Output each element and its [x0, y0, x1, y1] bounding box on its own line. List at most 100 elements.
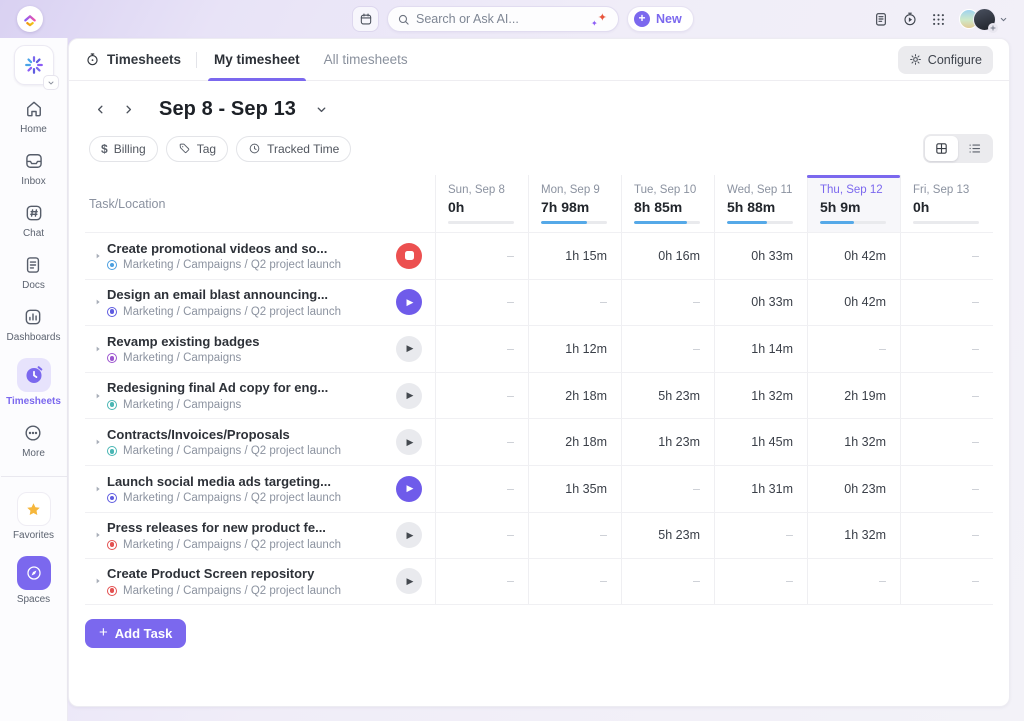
timer-button[interactable]	[396, 336, 422, 362]
time-cell[interactable]: 0h 42m	[807, 233, 900, 279]
time-cell[interactable]: 0h 33m	[714, 280, 807, 326]
sidebar-item-chat[interactable]: Chat	[23, 202, 45, 239]
date-dropdown-caret-icon[interactable]	[315, 103, 328, 116]
task-title[interactable]: Revamp existing badges	[107, 334, 388, 349]
add-task-button[interactable]: + Add Task	[85, 619, 186, 648]
time-cell[interactable]: –	[435, 373, 528, 419]
billing-filter-button[interactable]: $ Billing	[89, 136, 158, 162]
time-cell[interactable]: 1h 35m	[528, 466, 621, 512]
task-title[interactable]: Create promotional videos and so...	[107, 241, 388, 256]
time-cell[interactable]: 2h 19m	[807, 373, 900, 419]
time-cell[interactable]: 5h 23m	[621, 513, 714, 559]
date-range-title[interactable]: Sep 8 - Sep 13	[159, 98, 296, 121]
search-input[interactable]	[416, 12, 585, 26]
search-bar[interactable]: ✦✦	[387, 6, 619, 32]
time-cell[interactable]: –	[435, 233, 528, 279]
expand-chevron-icon[interactable]	[89, 577, 107, 585]
time-cell[interactable]: 2h 18m	[528, 419, 621, 465]
time-cell[interactable]: 1h 14m	[714, 326, 807, 372]
time-cell[interactable]: –	[807, 326, 900, 372]
timer-button[interactable]	[396, 522, 422, 548]
sidebar-item-more[interactable]: More	[22, 422, 45, 459]
time-cell[interactable]: –	[621, 559, 714, 604]
task-title[interactable]: Redesigning final Ad copy for eng...	[107, 380, 388, 395]
prev-week-button[interactable]	[89, 99, 111, 121]
account-menu[interactable]	[959, 8, 1008, 31]
time-cell[interactable]: –	[714, 513, 807, 559]
time-cell[interactable]: –	[435, 326, 528, 372]
task-title[interactable]: Design an email blast announcing...	[107, 287, 388, 302]
timer-button[interactable]	[396, 429, 422, 455]
time-cell[interactable]: 5h 23m	[621, 373, 714, 419]
timer-button[interactable]	[396, 568, 422, 594]
time-cell[interactable]: –	[900, 419, 993, 465]
configure-button[interactable]: Configure	[898, 46, 993, 74]
sidebar-item-favorites[interactable]: Favorites	[13, 492, 54, 541]
day-column-header[interactable]: Sun, Sep 8 0h	[435, 175, 528, 232]
day-column-header[interactable]: Wed, Sep 11 5h 88m	[714, 175, 807, 232]
time-cell[interactable]: 1h 32m	[714, 373, 807, 419]
time-cell[interactable]: –	[621, 326, 714, 372]
time-cell[interactable]: 1h 32m	[807, 513, 900, 559]
day-column-header[interactable]: Fri, Sep 13 0h	[900, 175, 993, 232]
sidebar-item-docs[interactable]: Docs	[22, 254, 45, 291]
expand-chevron-icon[interactable]	[89, 438, 107, 446]
time-cell[interactable]: –	[435, 280, 528, 326]
time-cell[interactable]: 2h 18m	[528, 373, 621, 419]
table-view-toggle[interactable]	[925, 136, 958, 161]
time-cell[interactable]: –	[900, 559, 993, 604]
next-week-button[interactable]	[117, 99, 139, 121]
expand-chevron-icon[interactable]	[89, 252, 107, 260]
sidebar-item-timesheets[interactable]: Timesheets	[6, 358, 61, 407]
time-cell[interactable]: –	[528, 280, 621, 326]
expand-chevron-icon[interactable]	[89, 298, 107, 306]
time-cell[interactable]: 1h 15m	[528, 233, 621, 279]
calendar-button[interactable]	[352, 6, 379, 32]
time-cell[interactable]: –	[435, 419, 528, 465]
time-cell[interactable]: –	[807, 559, 900, 604]
time-cell[interactable]: –	[435, 466, 528, 512]
clickup-logo-icon[interactable]	[17, 6, 43, 32]
time-cell[interactable]: –	[714, 559, 807, 604]
list-view-toggle[interactable]	[958, 136, 991, 161]
tab-all-timesheets[interactable]: All timesheets	[322, 39, 410, 81]
notepad-icon[interactable]	[873, 11, 889, 27]
timer-button[interactable]	[396, 476, 422, 502]
time-cell[interactable]: 0h 23m	[807, 466, 900, 512]
time-cell[interactable]: –	[900, 373, 993, 419]
time-cell[interactable]: –	[528, 513, 621, 559]
apps-grid-icon[interactable]	[931, 12, 946, 27]
time-cell[interactable]: 1h 12m	[528, 326, 621, 372]
tab-my-timesheet[interactable]: My timesheet	[212, 39, 302, 81]
task-title[interactable]: Launch social media ads targeting...	[107, 474, 388, 489]
sidebar-item-inbox[interactable]: Inbox	[21, 150, 45, 187]
time-cell[interactable]: –	[621, 466, 714, 512]
timer-button[interactable]	[396, 289, 422, 315]
ai-sparkle-icon[interactable]: ✦✦	[591, 11, 609, 27]
time-cell[interactable]: 1h 23m	[621, 419, 714, 465]
time-cell[interactable]: 1h 45m	[714, 419, 807, 465]
workspace-avatar[interactable]	[14, 45, 54, 85]
time-cell[interactable]: 1h 31m	[714, 466, 807, 512]
sidebar-item-dashboards[interactable]: Dashboards	[7, 306, 61, 343]
task-title[interactable]: Press releases for new product fe...	[107, 520, 388, 535]
time-cell[interactable]: 1h 32m	[807, 419, 900, 465]
time-cell[interactable]: –	[900, 233, 993, 279]
timer-button[interactable]	[396, 243, 422, 269]
expand-chevron-icon[interactable]	[89, 345, 107, 353]
task-title[interactable]: Contracts/Invoices/Proposals	[107, 427, 388, 442]
time-cell[interactable]: –	[528, 559, 621, 604]
time-cell[interactable]: –	[621, 280, 714, 326]
time-cell[interactable]: 0h 33m	[714, 233, 807, 279]
time-cell[interactable]: –	[435, 513, 528, 559]
time-cell[interactable]: –	[900, 326, 993, 372]
tracked-time-filter-button[interactable]: Tracked Time	[236, 136, 351, 162]
time-cell[interactable]: –	[900, 513, 993, 559]
time-cell[interactable]: –	[900, 466, 993, 512]
new-button[interactable]: + New	[627, 6, 694, 32]
tag-filter-button[interactable]: Tag	[166, 136, 228, 162]
expand-chevron-icon[interactable]	[89, 392, 107, 400]
time-cell[interactable]: 0h 16m	[621, 233, 714, 279]
timer-button[interactable]	[396, 383, 422, 409]
time-cell[interactable]: –	[435, 559, 528, 604]
